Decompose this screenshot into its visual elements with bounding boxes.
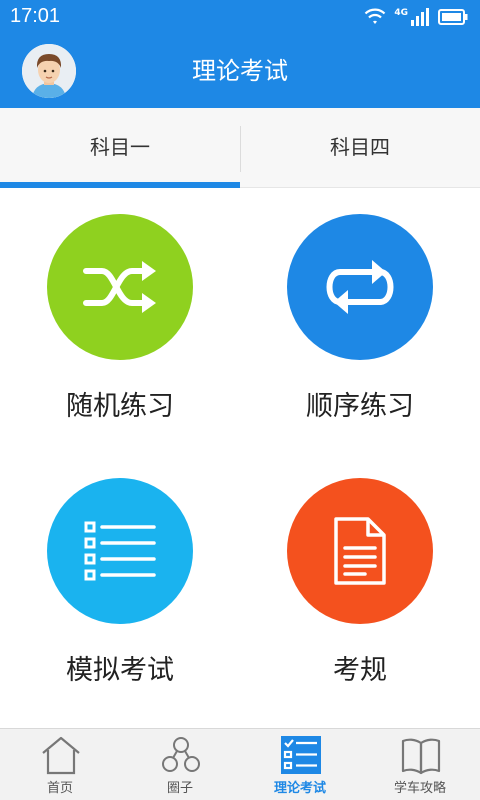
- app-header: 理论考试: [0, 34, 480, 108]
- tab-subject-four[interactable]: 科目四: [240, 108, 480, 188]
- bottom-nav: 首页 圈子 理论考试 学车攻略: [0, 728, 480, 800]
- nav-label-home: 首页: [46, 781, 73, 796]
- exam-rules-label: 考规: [333, 655, 387, 686]
- nav-label-theory-exam: 理论考试: [273, 781, 326, 796]
- random-practice-label: 随机练习: [66, 391, 174, 422]
- checklist-icon: [281, 736, 321, 774]
- book-icon: [401, 738, 441, 775]
- page-title: 理论考试: [192, 57, 288, 85]
- circles-icon: [162, 737, 200, 772]
- subject-tabs: 科目一 科目四: [0, 108, 480, 188]
- nav-item-driving-guide[interactable]: 学车攻略: [360, 729, 480, 800]
- random-practice-button[interactable]: [47, 214, 193, 360]
- nav-item-theory-exam[interactable]: 理论考试: [240, 729, 360, 800]
- nav-label-driving-guide: 学车攻略: [393, 781, 446, 796]
- list-icon: [84, 521, 156, 581]
- shuffle-icon: [83, 261, 156, 313]
- active-tab-indicator: [0, 182, 240, 188]
- nav-item-home[interactable]: 首页: [0, 729, 120, 800]
- nav-label-circles: 圈子: [166, 781, 193, 796]
- sequential-practice-card[interactable]: 顺序练习: [240, 214, 480, 464]
- sequential-practice-label: 顺序练习: [306, 391, 414, 422]
- random-practice-card[interactable]: 随机练习: [0, 214, 240, 464]
- wifi-icon: [365, 8, 386, 24]
- mock-exam-card[interactable]: 模拟考试: [0, 478, 240, 728]
- nav-item-circles[interactable]: 圈子: [120, 729, 240, 800]
- repeat-icon: [326, 260, 394, 314]
- status-time: 17:01: [10, 5, 61, 27]
- home-icon: [42, 736, 80, 775]
- exam-rules-button[interactable]: [287, 478, 433, 624]
- battery-icon: [438, 9, 468, 25]
- mock-exam-label: 模拟考试: [66, 655, 174, 686]
- signal-icon: [411, 8, 429, 26]
- mock-exam-button[interactable]: [47, 478, 193, 624]
- exam-rules-card[interactable]: 考规: [240, 478, 480, 728]
- status-icons: 4G: [364, 7, 468, 27]
- tab-subject-one[interactable]: 科目一: [0, 108, 240, 188]
- network-type-label: 4G: [394, 8, 408, 18]
- status-bar: 17:01 4G: [0, 0, 480, 34]
- document-icon: [334, 517, 386, 585]
- sequential-practice-button[interactable]: [287, 214, 433, 360]
